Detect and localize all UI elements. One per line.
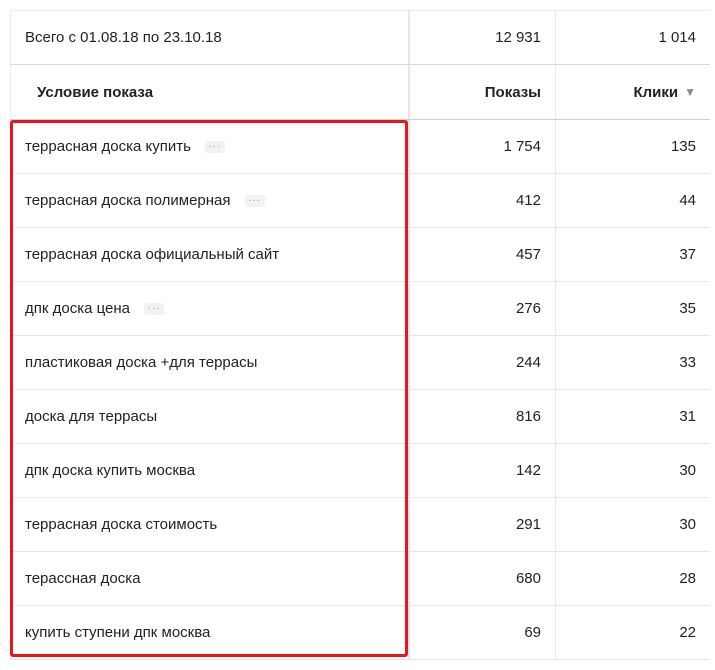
condition-cell: террасная доска стоимость bbox=[10, 498, 410, 551]
column-header-clicks[interactable]: Клики ▼ bbox=[556, 65, 710, 119]
summary-row: Всего с 01.08.18 по 23.10.18 12 931 1 01… bbox=[10, 10, 710, 65]
table-row: террасная доска стоимость 291 30 bbox=[10, 498, 710, 552]
condition-text: террасная доска купить bbox=[25, 138, 191, 155]
impressions-cell: 291 bbox=[410, 498, 556, 551]
condition-cell: пластиковая доска +для террасы bbox=[10, 336, 410, 389]
sort-desc-icon[interactable]: ▼ bbox=[684, 85, 696, 99]
condition-cell: дпк доска купить москва bbox=[10, 444, 410, 497]
condition-cell: терассная доска bbox=[10, 552, 410, 605]
table-row: террасная доска полимерная ··· 412 44 bbox=[10, 174, 710, 228]
condition-cell: дпк доска цена ··· bbox=[10, 282, 410, 335]
table-row: купить ступени дпк москва 69 22 bbox=[10, 606, 710, 660]
summary-label: Всего с 01.08.18 по 23.10.18 bbox=[10, 11, 410, 64]
impressions-cell: 816 bbox=[410, 390, 556, 443]
clicks-cell: 31 bbox=[679, 408, 696, 425]
condition-cell: террасная доска полимерная ··· bbox=[10, 174, 410, 227]
condition-text: террасная доска полимерная bbox=[25, 192, 231, 209]
table-row: террасная доска купить ··· 1 754 135 bbox=[10, 120, 710, 174]
condition-cell: террасная доска официальный сайт bbox=[10, 228, 410, 281]
clicks-cell: 33 bbox=[679, 354, 696, 371]
condition-text: дпк доска цена bbox=[25, 300, 130, 317]
more-options-icon[interactable]: ··· bbox=[144, 302, 164, 315]
clicks-cell: 44 bbox=[679, 192, 696, 209]
table-header: Условие показа Показы Клики ▼ bbox=[10, 65, 710, 120]
condition-cell: доска для террасы bbox=[10, 390, 410, 443]
column-header-clicks-label: Клики bbox=[633, 83, 679, 101]
clicks-cell: 22 bbox=[679, 624, 696, 641]
condition-text: дпк доска купить москва bbox=[25, 462, 196, 479]
stats-table: Всего с 01.08.18 по 23.10.18 12 931 1 01… bbox=[10, 10, 710, 660]
column-header-condition-label: Условие показа bbox=[37, 83, 154, 101]
clicks-cell: 37 bbox=[679, 246, 696, 263]
impressions-cell: 142 bbox=[410, 444, 556, 497]
condition-cell: террасная доска купить ··· bbox=[10, 120, 410, 173]
more-options-icon[interactable]: ··· bbox=[204, 140, 225, 153]
table-row: дпк доска цена ··· 276 35 bbox=[10, 282, 710, 336]
condition-text: терассная доска bbox=[25, 570, 141, 587]
condition-text: террасная доска официальный сайт bbox=[25, 246, 280, 263]
column-header-impressions-label: Показы bbox=[484, 83, 541, 101]
summary-clicks: 1 014 bbox=[658, 29, 696, 46]
condition-text: пластиковая доска +для террасы bbox=[25, 354, 258, 371]
clicks-cell: 135 bbox=[670, 138, 696, 155]
summary-impressions: 12 931 bbox=[410, 11, 556, 64]
impressions-cell: 1 754 bbox=[410, 120, 556, 173]
condition-cell: купить ступени дпк москва bbox=[10, 606, 410, 659]
clicks-cell: 35 bbox=[679, 300, 696, 317]
column-header-impressions[interactable]: Показы bbox=[410, 65, 556, 119]
table-row: пластиковая доска +для террасы 244 33 bbox=[10, 336, 710, 390]
more-options-icon[interactable]: ··· bbox=[244, 194, 265, 207]
impressions-cell: 276 bbox=[410, 282, 556, 335]
condition-text: купить ступени дпк москва bbox=[25, 624, 211, 641]
table-row: террасная доска официальный сайт 457 37 bbox=[10, 228, 710, 282]
clicks-cell: 30 bbox=[679, 516, 696, 533]
column-header-condition[interactable]: Условие показа bbox=[10, 65, 410, 119]
impressions-cell: 680 bbox=[410, 552, 556, 605]
table-row: дпк доска купить москва 142 30 bbox=[10, 444, 710, 498]
impressions-cell: 69 bbox=[410, 606, 556, 659]
impressions-cell: 457 bbox=[410, 228, 556, 281]
table-row: доска для террасы 816 31 bbox=[10, 390, 710, 444]
impressions-cell: 412 bbox=[410, 174, 556, 227]
condition-text: доска для террасы bbox=[25, 408, 158, 425]
condition-text: террасная доска стоимость bbox=[25, 516, 218, 533]
impressions-cell: 244 bbox=[410, 336, 556, 389]
clicks-cell: 28 bbox=[679, 570, 696, 587]
clicks-cell: 30 bbox=[679, 462, 696, 479]
table-row: терассная доска 680 28 bbox=[10, 552, 710, 606]
